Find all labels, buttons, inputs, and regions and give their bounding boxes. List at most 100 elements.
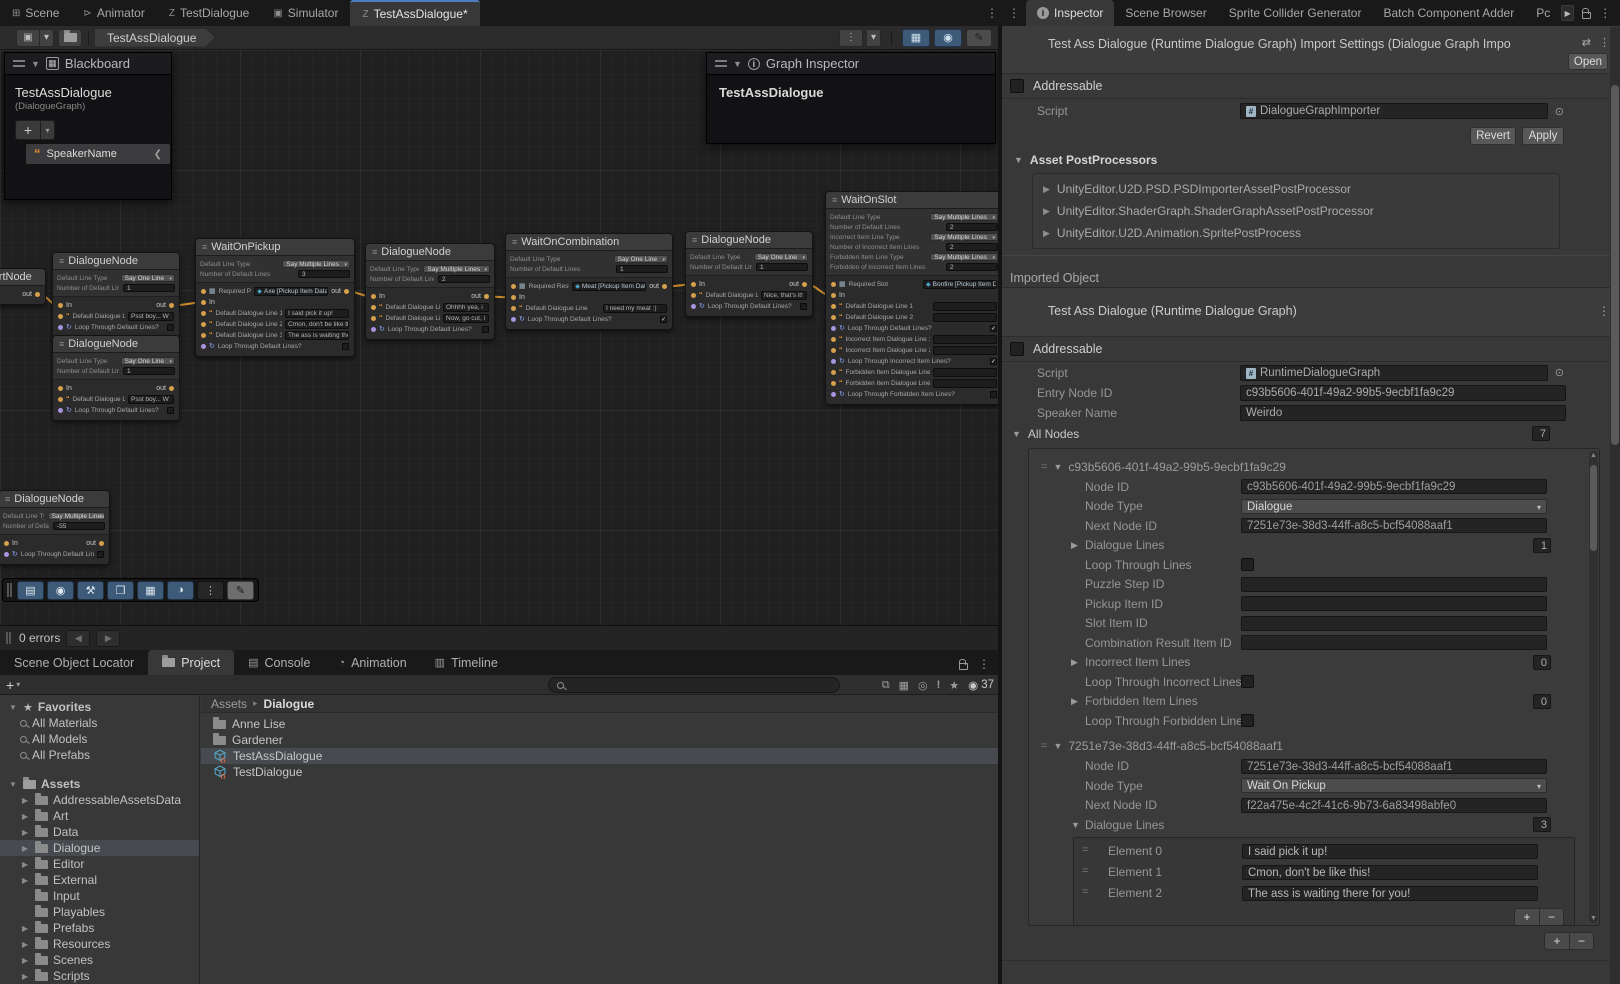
port-checkbox[interactable]: ✓	[990, 358, 997, 365]
breadcrumb-current[interactable]: Dialogue	[264, 697, 315, 711]
port-dot[interactable]	[831, 337, 836, 342]
port-text-field[interactable]: Nice, that's it!	[761, 291, 807, 300]
graph-canvas[interactable]: ≡StartNodeout≡DialogueNodeDefault Line T…	[0, 50, 998, 625]
port-checkbox[interactable]	[482, 326, 489, 333]
node-title[interactable]: ≡DialogueNode	[53, 253, 179, 270]
project-search[interactable]	[548, 677, 840, 693]
window-button[interactable]: ❒	[107, 581, 134, 600]
property-field[interactable]: 1	[123, 367, 175, 376]
port-dot[interactable]	[691, 304, 696, 309]
port-dot[interactable]	[831, 381, 836, 386]
favorites-item-all-prefabs[interactable]: All Prefabs	[0, 747, 199, 763]
port-text-field[interactable]: I said pick it up!	[285, 309, 349, 318]
foldout-caret[interactable]: ▶	[1071, 696, 1078, 707]
port-out-dot[interactable]	[662, 284, 667, 289]
port-in-dot[interactable]	[691, 282, 696, 287]
breadcrumb[interactable]: TestAssDialogue	[95, 29, 214, 47]
port-text-field[interactable]	[933, 335, 997, 344]
port-dot[interactable]	[371, 305, 376, 310]
object-picker-icon[interactable]: ⊙	[1555, 105, 1564, 118]
open-asset-icon[interactable]: ⧉	[882, 679, 890, 692]
graph-window-menu-icon[interactable]: ⋮	[986, 6, 998, 20]
open-button[interactable]: Open	[1568, 53, 1608, 70]
port-checkbox[interactable]	[167, 407, 174, 414]
object-field[interactable]: ◆Meat [Pickup Item Data]⊙	[572, 282, 646, 291]
graph-node-waitonpickup[interactable]: ≡WaitOnPickupDefault Line TypeSay Multip…	[195, 238, 355, 357]
property-dropdown[interactable]: Say One Line▾	[121, 357, 175, 366]
port-checkbox[interactable]: ✓	[990, 325, 997, 332]
port-dot[interactable]	[831, 348, 836, 353]
foldout-caret[interactable]: ▶	[1071, 540, 1078, 551]
drag-handle-icon[interactable]: =	[1041, 740, 1047, 752]
foldout-caret[interactable]: ▼	[8, 703, 18, 712]
alert-icon[interactable]: !	[937, 679, 941, 691]
inspector-scrollbar[interactable]	[1610, 27, 1620, 984]
header-menu-icon[interactable]: ⋮	[1599, 36, 1610, 49]
port-in-dot[interactable]	[371, 294, 376, 299]
port-checkbox[interactable]: ✓	[660, 316, 667, 323]
tab-project[interactable]: Project	[148, 650, 234, 675]
show-in-project-button[interactable]	[58, 29, 82, 47]
favorites-item-all-materials[interactable]: All Materials	[0, 715, 199, 731]
search-input[interactable]	[569, 679, 831, 691]
hidden-packages-icon[interactable]: ◎	[918, 679, 928, 692]
foldout-caret[interactable]: ▶	[1071, 657, 1078, 668]
checkbox[interactable]	[1241, 558, 1254, 571]
port-in-dot[interactable]	[58, 303, 63, 308]
collapse-caret-icon[interactable]: ▼	[733, 59, 742, 69]
foldout-caret[interactable]: ▶	[1043, 184, 1050, 195]
port-out-dot[interactable]	[802, 282, 807, 287]
graph-options-dropdown[interactable]: ▾	[867, 29, 881, 47]
port-checkbox[interactable]	[800, 303, 807, 310]
remove-element-button[interactable]: −	[1539, 909, 1563, 925]
node-title[interactable]: ≡WaitOnCombination	[506, 234, 672, 251]
property-dropdown[interactable]: Say Multiple Lines▾	[930, 253, 998, 262]
array-size-field[interactable]: 3	[1533, 817, 1551, 832]
scroll-up-arrow[interactable]: ▲	[1589, 452, 1598, 459]
create-asset-button[interactable]: +	[6, 678, 14, 692]
drag-handle-icon[interactable]	[715, 60, 727, 67]
port-dot[interactable]	[58, 408, 63, 413]
foldout-caret[interactable]: ▶	[20, 860, 30, 869]
package-filter-icon[interactable]: ▦	[899, 679, 909, 692]
tab-animator[interactable]: ⊳Animator	[71, 0, 156, 26]
property-field[interactable]: 2	[946, 223, 998, 232]
port-dot[interactable]	[831, 326, 836, 331]
foldout-caret[interactable]: ▶	[20, 972, 30, 981]
scrollbar-thumb[interactable]	[1590, 465, 1597, 551]
port-dot[interactable]	[4, 552, 9, 557]
assets-root[interactable]: ▼Assets	[0, 776, 199, 792]
inspector-window-menu-icon[interactable]: ⋮	[1002, 6, 1026, 20]
port-dot[interactable]	[201, 344, 206, 349]
folder-editor[interactable]: ▶Editor	[0, 856, 199, 872]
array-size-field[interactable]: 0	[1533, 655, 1551, 670]
port-out-dot[interactable]	[344, 289, 349, 294]
text-field[interactable]: 7251e73e-38d3-44ff-a8c5-bcf54088aaf1	[1241, 518, 1547, 533]
drag-handle-icon[interactable]: =	[1082, 886, 1088, 898]
dropdown-field[interactable]: Wait On Pickup▾	[1241, 778, 1547, 793]
pen-button[interactable]: ✎	[227, 581, 254, 600]
more-button[interactable]: ⋮	[197, 581, 224, 600]
port-dot[interactable]	[201, 322, 206, 327]
foldout-caret[interactable]: ▶	[1043, 228, 1050, 239]
foldout-caret[interactable]: ▼	[1012, 429, 1021, 439]
tab-overflow-arrow[interactable]: ▶	[1561, 5, 1574, 21]
graph-node-waitoncombination[interactable]: ≡WaitOnCombinationDefault Line TypeSay O…	[505, 233, 673, 330]
blackboard-panel[interactable]: ▼ ▦ Blackboard TestAssDialogue (Dialogue…	[4, 52, 172, 200]
checkbox[interactable]	[1241, 714, 1254, 727]
foldout-caret[interactable]: ▶	[20, 844, 30, 853]
property-dropdown[interactable]: Say Multiple Lines▾	[930, 233, 998, 242]
foldout-caret[interactable]: ▼	[1014, 155, 1023, 165]
tab-pc[interactable]: Pc	[1525, 0, 1561, 26]
port-dot[interactable]	[831, 370, 836, 375]
addressable-checkbox[interactable]	[1010, 79, 1024, 93]
port-in-dot[interactable]	[4, 541, 9, 546]
text-field[interactable]: c93b5606-401f-49a2-99b5-9ecbf1fa9c29	[1241, 479, 1547, 494]
graph-node-dialoguenode[interactable]: ≡DialogueNodeDefault Line TypeSay Multip…	[0, 490, 110, 565]
folder-resources[interactable]: ▶Resources	[0, 936, 199, 952]
toolbar-drag-handle[interactable]	[7, 583, 12, 597]
port-out-dot[interactable]	[169, 386, 174, 391]
text-field[interactable]: The ass is waiting there for you!	[1242, 886, 1538, 901]
foldout-caret[interactable]: ▼	[1071, 820, 1080, 830]
port-dot[interactable]	[831, 282, 836, 287]
